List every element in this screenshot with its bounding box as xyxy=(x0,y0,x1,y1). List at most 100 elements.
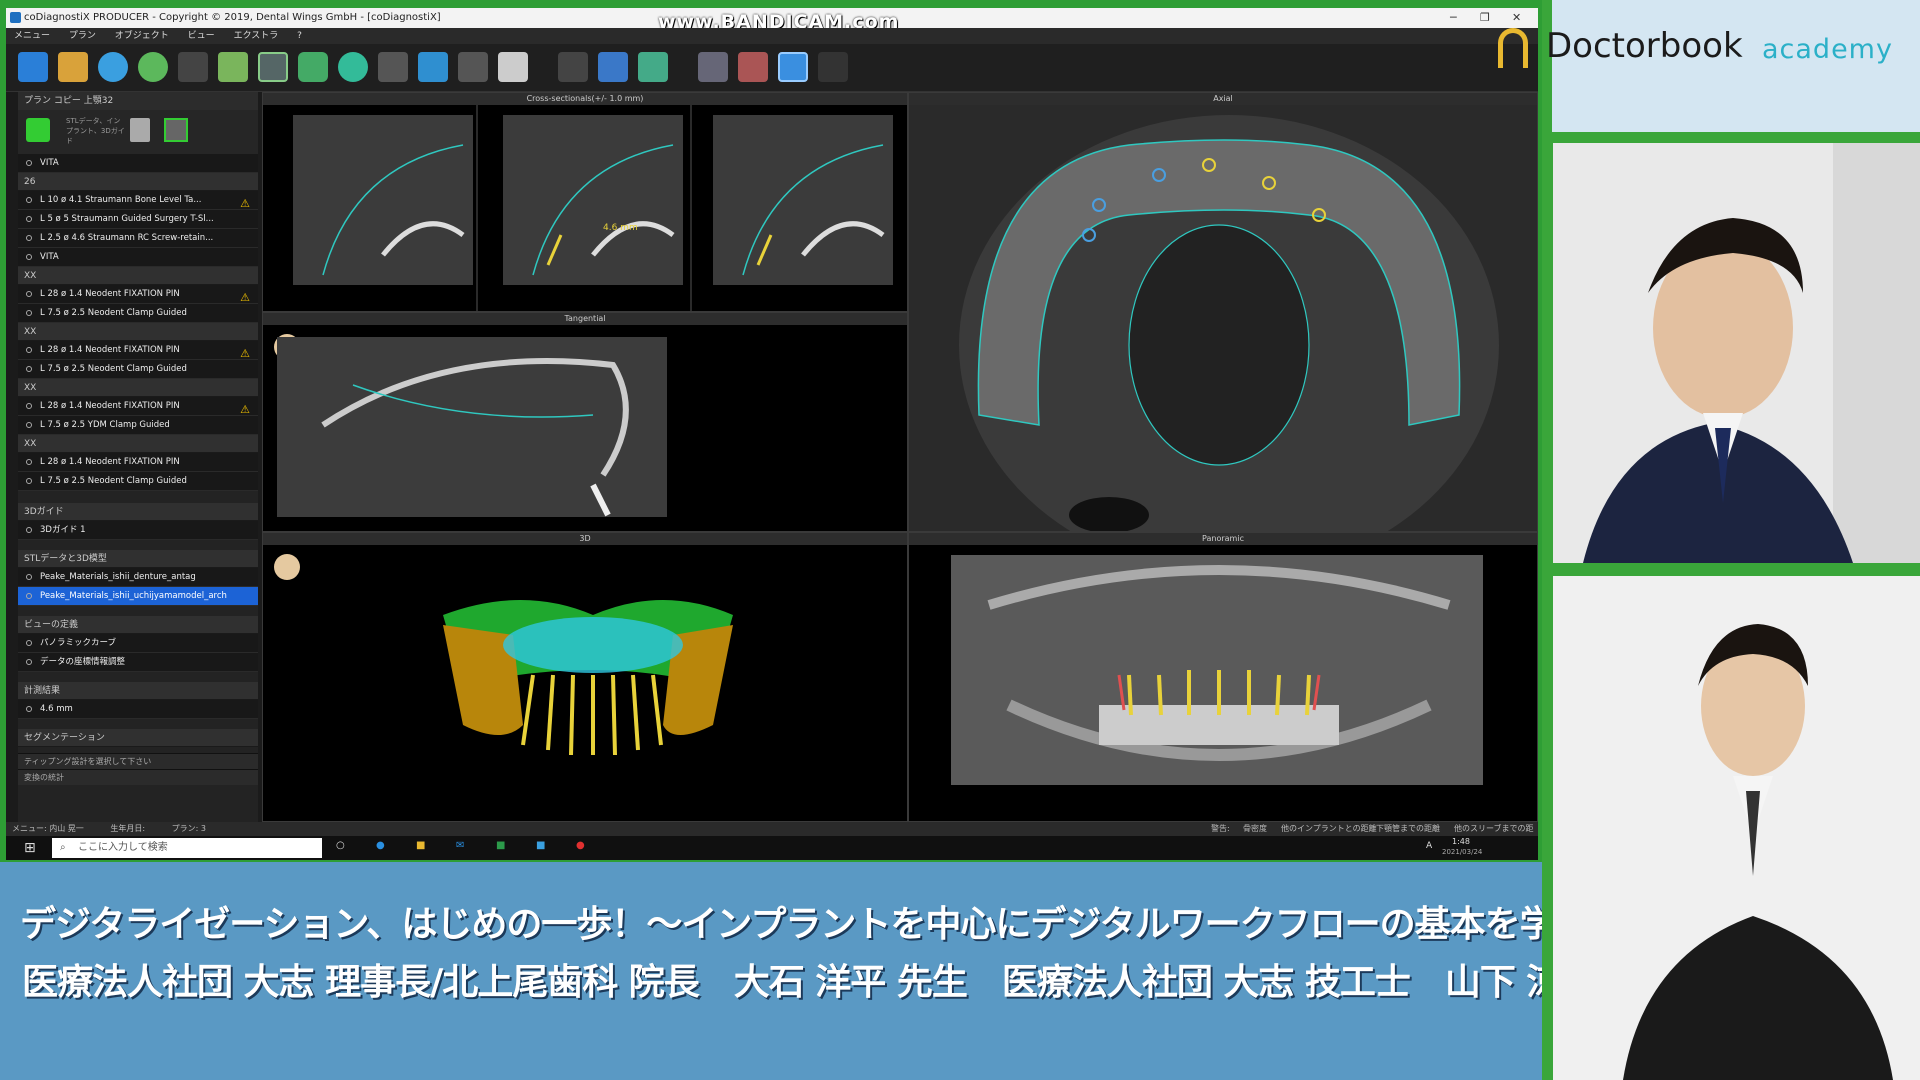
menu-extra[interactable]: エクストラ xyxy=(234,31,279,41)
app-icon[interactable]: ■ xyxy=(536,840,545,851)
app-window: coDiagnostiX PRODUCER - Copyright © 2019… xyxy=(6,8,1538,860)
menu-help[interactable]: ? xyxy=(297,31,302,41)
list-item[interactable]: L 7.5 ø 2.5 Neodent Clamp Guided xyxy=(18,360,258,379)
taskbar-search[interactable]: ⌕ ここに入力して検索 xyxy=(52,838,322,858)
list-item[interactable]: L 10 ø 4.1 Straumann Bone Level Ta... ⚠ xyxy=(18,191,258,210)
move-icon[interactable] xyxy=(558,52,588,82)
list-item[interactable]: L 28 ø 1.4 Neodent FIXATION PIN xyxy=(18,453,258,472)
view-3d-icon[interactable] xyxy=(778,52,808,82)
menu-main[interactable]: メニュー xyxy=(14,31,50,41)
cross-sectional-view[interactable]: Cross-sectionals(+/- 1.0 mm) 4.6 mm xyxy=(262,92,908,312)
close-icon[interactable]: ✕ xyxy=(1512,8,1521,28)
windows-icon[interactable]: ⊞ xyxy=(24,840,36,856)
sidebar-status[interactable]: ティップング設計を選択して下さい xyxy=(18,753,258,769)
list-item[interactable]: L 28 ø 1.4 Neodent FIXATION PIN ⚠ xyxy=(18,397,258,416)
undo-icon[interactable] xyxy=(818,52,848,82)
menu-view[interactable]: ビュー xyxy=(188,31,215,41)
toolbar xyxy=(6,44,1538,92)
list-item-selected[interactable]: Peake_Materials_ishii_uchijyamamodel_arc… xyxy=(18,587,258,606)
cylinder-icon[interactable] xyxy=(418,52,448,82)
group-header[interactable]: セグメンテーション xyxy=(18,729,258,747)
axial-view[interactable]: Axial xyxy=(908,92,1538,532)
folder-icon[interactable] xyxy=(58,52,88,82)
caption-title: デジタライゼーション、はじめの一歩！～インプラントを中心にデジタルワークフローの… xyxy=(20,904,1626,945)
menu-object[interactable]: オブジェクト xyxy=(115,31,169,41)
globe-icon[interactable] xyxy=(138,52,168,82)
list-item[interactable]: パノラミックカーブ xyxy=(18,634,258,653)
pin-icon[interactable] xyxy=(378,52,408,82)
cortana-icon[interactable]: ○ xyxy=(336,840,345,851)
group-header[interactable]: 26 xyxy=(18,173,258,191)
group-header[interactable]: XX xyxy=(18,323,258,341)
tangential-image xyxy=(263,325,907,531)
back-icon[interactable] xyxy=(18,52,48,82)
list-item[interactable]: L 7.5 ø 2.5 YDM Clamp Guided xyxy=(18,416,258,435)
list-item[interactable]: VITA xyxy=(18,154,258,173)
tools-note: STLデータ、インプラント、3Dガイド xyxy=(66,117,125,145)
viewport-title: Cross-sectionals(+/- 1.0 mm) xyxy=(263,93,907,105)
mail-icon[interactable]: ✉ xyxy=(456,840,464,851)
status-canal-distance[interactable]: 下顎管までの距離 xyxy=(1376,822,1440,836)
add-icon[interactable] xyxy=(26,118,50,142)
viewport-title: Tangential xyxy=(263,313,907,325)
windows-taskbar: ⊞ ⌕ ここに入力して検索 ○ ● ■ ✉ ■ ■ ● A 1:48 2021/… xyxy=(6,836,1538,860)
status-implant-distance[interactable]: 他のインプラントとの距離 xyxy=(1281,822,1377,836)
measure-icon[interactable] xyxy=(698,52,728,82)
explorer-icon[interactable]: ■ xyxy=(416,840,425,851)
implant-icon[interactable] xyxy=(298,52,328,82)
list-item[interactable]: 3Dガイド 1 xyxy=(18,521,258,540)
check-icon[interactable] xyxy=(164,118,188,142)
list-item[interactable]: Peake_Materials_ishii_denture_antag xyxy=(18,568,258,587)
group-header[interactable]: 3Dガイド xyxy=(18,503,258,521)
list-item[interactable]: L 2.5 ø 4.6 Straumann RC Screw-retain... xyxy=(18,229,258,248)
status-birth: 生年月日: xyxy=(110,824,146,833)
disabled-tool-icon[interactable] xyxy=(178,52,208,82)
minimize-icon[interactable]: ─ xyxy=(1450,8,1457,28)
status-bone-density[interactable]: 骨密度 xyxy=(1243,822,1267,836)
list-item[interactable]: 4.6 mm xyxy=(18,700,258,719)
excel-icon[interactable]: ■ xyxy=(496,840,505,851)
guide-icon[interactable] xyxy=(498,52,528,82)
ime-indicator[interactable]: A xyxy=(1426,841,1432,851)
warning-icon: ⚠ xyxy=(240,197,250,210)
sidebar-tools: STLデータ、インプラント、3Dガイド xyxy=(18,110,258,154)
status-plan: プラン: 3 xyxy=(171,824,206,833)
group-header[interactable]: ビューの定義 xyxy=(18,616,258,634)
arch-icon[interactable] xyxy=(638,52,668,82)
menu-plan[interactable]: プラン xyxy=(69,31,96,41)
edge-icon[interactable]: ● xyxy=(376,840,385,851)
cube-icon[interactable] xyxy=(218,52,248,82)
app-icon xyxy=(10,12,21,23)
list-item[interactable]: L 28 ø 1.4 Neodent FIXATION PIN ⚠ xyxy=(18,285,258,304)
list-item[interactable]: データの座標情報調整 xyxy=(18,653,258,672)
list-item[interactable]: L 28 ø 1.4 Neodent FIXATION PIN ⚠ xyxy=(18,341,258,360)
sleeve-icon[interactable] xyxy=(338,52,368,82)
3d-image xyxy=(263,545,907,821)
group-header[interactable]: XX xyxy=(18,435,258,453)
record-icon[interactable]: ● xyxy=(576,840,585,851)
list-item[interactable]: L 7.5 ø 2.5 Neodent Clamp Guided xyxy=(18,472,258,491)
rod-icon[interactable] xyxy=(458,52,488,82)
list-item[interactable]: L 5 ø 5 Straumann Guided Surgery T-Sl... xyxy=(18,210,258,229)
group-header[interactable]: XX xyxy=(18,267,258,285)
tangential-view[interactable]: Tangential xyxy=(262,312,908,532)
clock-date: 2021/03/24 xyxy=(1442,848,1483,856)
status-bar: メニュー: 内山 晃一 生年月日: プラン: 3 警告: 骨密度 他のインプラン… xyxy=(6,822,1538,847)
list-item[interactable]: L 7.5 ø 2.5 Neodent Clamp Guided xyxy=(18,304,258,323)
group-header[interactable]: 計測結果 xyxy=(18,682,258,700)
measure-delete-icon[interactable] xyxy=(738,52,768,82)
3d-view[interactable]: 3D xyxy=(262,532,908,822)
maximize-icon[interactable]: ❐ xyxy=(1480,8,1490,28)
group-header[interactable]: XX xyxy=(18,379,258,397)
trash-icon[interactable] xyxy=(130,118,150,142)
panoramic-view[interactable]: Panoramic xyxy=(908,532,1538,822)
sidebar-status[interactable]: 変換の統計 xyxy=(18,769,258,785)
window-title: coDiagnostiX PRODUCER - Copyright © 2019… xyxy=(24,12,441,23)
refresh-icon[interactable] xyxy=(98,52,128,82)
list-item[interactable]: VITA xyxy=(18,248,258,267)
warning-icon: ⚠ xyxy=(240,403,250,416)
layers-icon[interactable] xyxy=(598,52,628,82)
group-header[interactable]: STLデータと3D模型 xyxy=(18,550,258,568)
implant-plan-icon[interactable] xyxy=(258,52,288,82)
cross-section-image: 4.6 mm xyxy=(263,105,907,311)
